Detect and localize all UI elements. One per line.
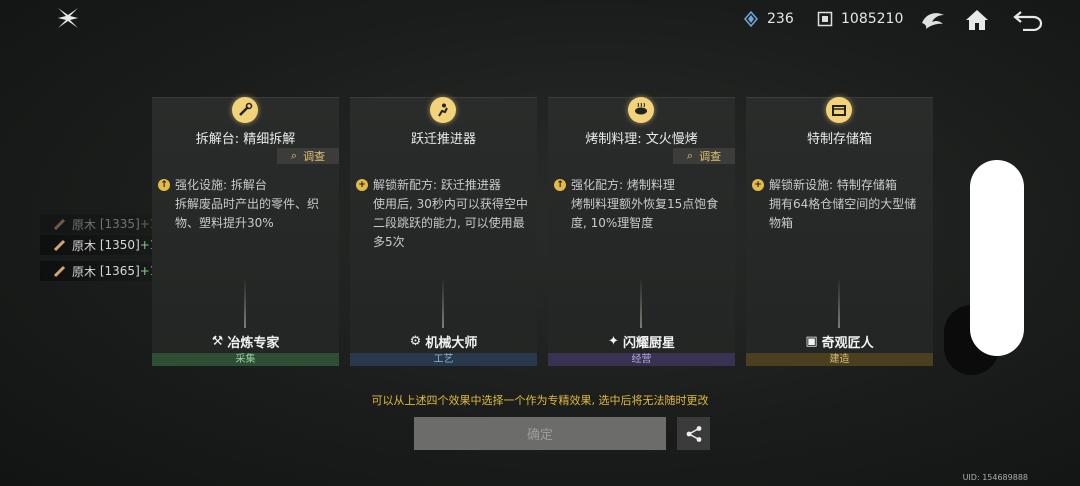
card-category: 经营	[548, 353, 735, 366]
card-description: + 解锁新配方: 跃迁推进器 使用后, 30秒内可以获得空中二段跳跃的能力, 可以…	[356, 176, 531, 252]
cooking-icon	[628, 97, 654, 123]
selection-notice: 可以从上述四个效果中选择一个作为专精效果, 选中后将无法随时更改	[371, 394, 709, 407]
light-beam	[838, 278, 840, 328]
crystal-icon	[743, 10, 759, 28]
wood-log-icon	[53, 265, 66, 278]
magnifier-icon: ⌕	[290, 149, 298, 162]
return-icon	[1013, 11, 1043, 31]
card-title: 烤制料理: 文火慢烤	[585, 132, 698, 147]
card-title: 跃迁推进器	[410, 132, 476, 147]
light-beam	[442, 278, 444, 328]
card-category: 建造	[746, 353, 933, 366]
wood-log-icon	[53, 239, 66, 252]
home-button[interactable]	[962, 5, 992, 35]
home-icon	[966, 10, 988, 30]
share-icon	[686, 425, 701, 442]
card-category: 工艺	[350, 353, 537, 366]
magnifier-icon: ⌕	[686, 149, 694, 162]
wood-log-icon	[53, 218, 66, 231]
back-button[interactable]	[1013, 5, 1043, 35]
card-skill: ⚒ 冶炼专家	[211, 334, 280, 351]
specialty-card-2[interactable]: 跃迁推进器 + 解锁新配方: 跃迁推进器 使用后, 30秒内可以获得空中二段跳跃的…	[350, 97, 537, 366]
share-button[interactable]	[677, 417, 710, 450]
specialty-card-1[interactable]: 拆解台: 精细拆解 ⌕ 调查 ↑ 强化设施: 拆解台 拆解废品时产出的零件、织物、塑…	[152, 97, 339, 366]
card-description: ↑ 强化配方: 烤制料理 烤制料理额外恢复15点饱食度, 10%理智度	[554, 176, 729, 233]
wrench-icon	[232, 97, 258, 123]
card-category: 采集	[152, 353, 339, 366]
user-id: UID: 154689888	[962, 473, 1028, 482]
chef-icon: ✦	[608, 334, 619, 349]
redaction-mark	[970, 160, 1024, 356]
jump-icon	[430, 97, 456, 123]
smelting-icon: ⚒	[211, 334, 224, 349]
card-title: 拆解台: 精细拆解	[195, 132, 296, 147]
card-description: + 解锁新设施: 特制存储箱 拥有64格仓储空间的大型储物箱	[752, 176, 927, 233]
confirm-button[interactable]: 确定	[414, 417, 666, 450]
card-skill: ⚙ 机械大师	[409, 334, 478, 351]
storage-box-icon	[826, 97, 852, 123]
currency-count: 1085210	[841, 11, 904, 27]
mechanic-icon: ⚙	[409, 334, 422, 349]
investigate-button[interactable]: ⌕ 调查	[277, 148, 339, 164]
card-skill: ▣ 奇观匠人	[805, 334, 874, 351]
resource-currency: 1085210	[817, 9, 903, 29]
craftsman-icon: ▣	[805, 334, 818, 349]
crystal-count: 236	[767, 11, 794, 27]
investigate-button[interactable]: ⌕ 调查	[673, 148, 735, 164]
shark-icon	[922, 13, 944, 29]
card-description: ↑ 强化设施: 拆解台 拆解废品时产出的零件、织物、塑料提升30%	[158, 176, 333, 233]
resource-crystal: 236	[743, 9, 794, 29]
currency-icon	[817, 11, 833, 27]
light-beam	[640, 278, 642, 328]
card-skill: ✦ 闪耀厨星	[608, 334, 675, 351]
specialty-card-3[interactable]: 烤制料理: 文火慢烤 ⌕ 调查 ↑ 强化配方: 烤制料理 烤制料理额外恢复15点饱食…	[548, 97, 735, 366]
card-title: 特制存储箱	[806, 132, 872, 147]
upgrade-icon: ↑	[554, 179, 566, 191]
game-logo-icon[interactable]	[56, 6, 80, 30]
upgrade-icon: ↑	[158, 179, 170, 191]
shark-emblem-button[interactable]	[918, 5, 948, 35]
unlock-icon: +	[752, 179, 764, 191]
light-beam	[244, 278, 246, 328]
unlock-icon: +	[356, 179, 368, 191]
specialty-card-4[interactable]: 特制存储箱 + 解锁新设施: 特制存储箱 拥有64格仓储空间的大型储物箱 ▣ 奇观匠…	[746, 97, 933, 366]
